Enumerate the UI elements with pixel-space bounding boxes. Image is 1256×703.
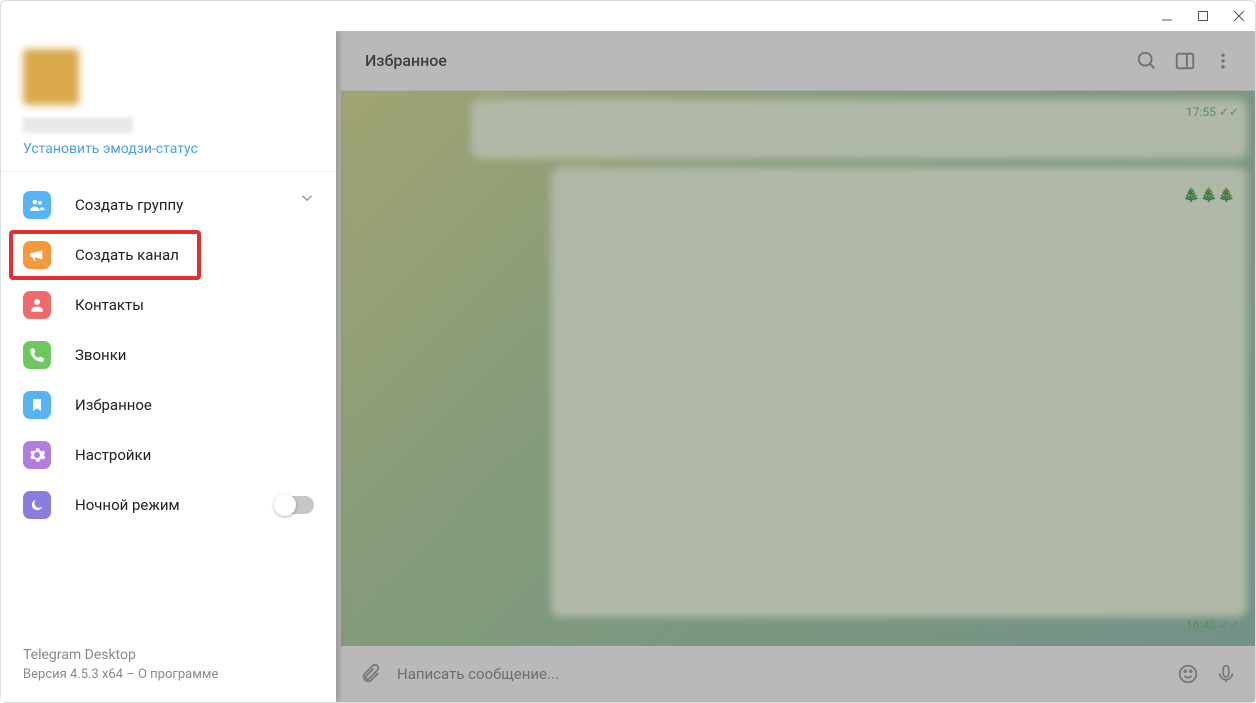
message-timestamp: 17:55 <box>1186 105 1216 119</box>
profile-section[interactable]: Установить эмодзи-статус <box>1 31 336 172</box>
night-mode-toggle[interactable] <box>276 496 314 514</box>
menu-item-calls[interactable]: Звонки <box>1 330 336 380</box>
menu-item-new-group[interactable]: Создать группу <box>1 180 336 230</box>
menu-item-saved[interactable]: Избранное <box>1 380 336 430</box>
set-emoji-status-link[interactable]: Установить эмодзи-статус <box>23 141 314 157</box>
menu-label: Избранное <box>75 396 152 414</box>
group-icon <box>23 191 51 219</box>
checks-icon: ✓✓ <box>1219 618 1239 632</box>
menu-label: Звонки <box>75 346 126 364</box>
app-version[interactable]: Версия 4.5.3 x64 – О программе <box>23 667 314 682</box>
menu-footer: Telegram Desktop Версия 4.5.3 x64 – О пр… <box>1 633 336 702</box>
menu-item-night-mode[interactable]: Ночной режим <box>1 480 336 530</box>
person-icon <box>23 291 51 319</box>
app-name: Telegram Desktop <box>23 647 314 663</box>
menu-label: Контакты <box>75 296 144 314</box>
main-menu-panel: Установить эмодзи-статус Создать группу <box>1 31 336 702</box>
profile-name-blurred <box>23 117 133 133</box>
emoji-decoration: 🎄🎄🎄 <box>1183 187 1235 203</box>
checks-icon: ✓✓ <box>1219 105 1239 119</box>
minimize-button[interactable] <box>1159 8 1175 24</box>
sidebar-toggle-icon[interactable] <box>1173 49 1197 73</box>
avatar[interactable] <box>23 49 79 105</box>
chat-header: Избранное <box>341 31 1255 91</box>
menu-item-new-channel[interactable]: Создать канал <box>1 230 336 280</box>
emoji-icon[interactable] <box>1177 663 1199 685</box>
more-icon[interactable] <box>1211 49 1235 73</box>
window-titlebar <box>1 1 1255 31</box>
menu-item-contacts[interactable]: Контакты <box>1 280 336 330</box>
chat-messages[interactable]: 17:55✓✓ 🎄🎄🎄 16:40✓✓ <box>341 91 1255 646</box>
megaphone-icon <box>23 241 51 269</box>
voice-icon[interactable] <box>1215 663 1237 685</box>
menu-label: Создать канал <box>75 246 179 264</box>
chat-area: Избранное 17:55✓✓ 🎄🎄🎄 16:40✓✓ <box>341 31 1255 702</box>
menu-item-settings[interactable]: Настройки <box>1 430 336 480</box>
menu-label: Настройки <box>75 446 151 464</box>
phone-icon <box>23 341 51 369</box>
menu-label: Создать группу <box>75 196 183 214</box>
message-input[interactable] <box>397 665 1161 683</box>
chat-title[interactable]: Избранное <box>365 51 1121 70</box>
chat-input-bar <box>341 646 1255 702</box>
menu-label: Ночной режим <box>75 496 180 514</box>
message-timestamp: 16:40 <box>1186 618 1216 632</box>
bookmark-icon <box>23 391 51 419</box>
close-button[interactable] <box>1231 8 1247 24</box>
gear-icon <box>23 441 51 469</box>
maximize-button[interactable] <box>1195 8 1211 24</box>
search-icon[interactable] <box>1135 49 1159 73</box>
moon-icon <box>23 491 51 519</box>
menu-items: Создать группу Создать канал Контакты <box>1 172 336 633</box>
attach-icon[interactable] <box>359 663 381 685</box>
